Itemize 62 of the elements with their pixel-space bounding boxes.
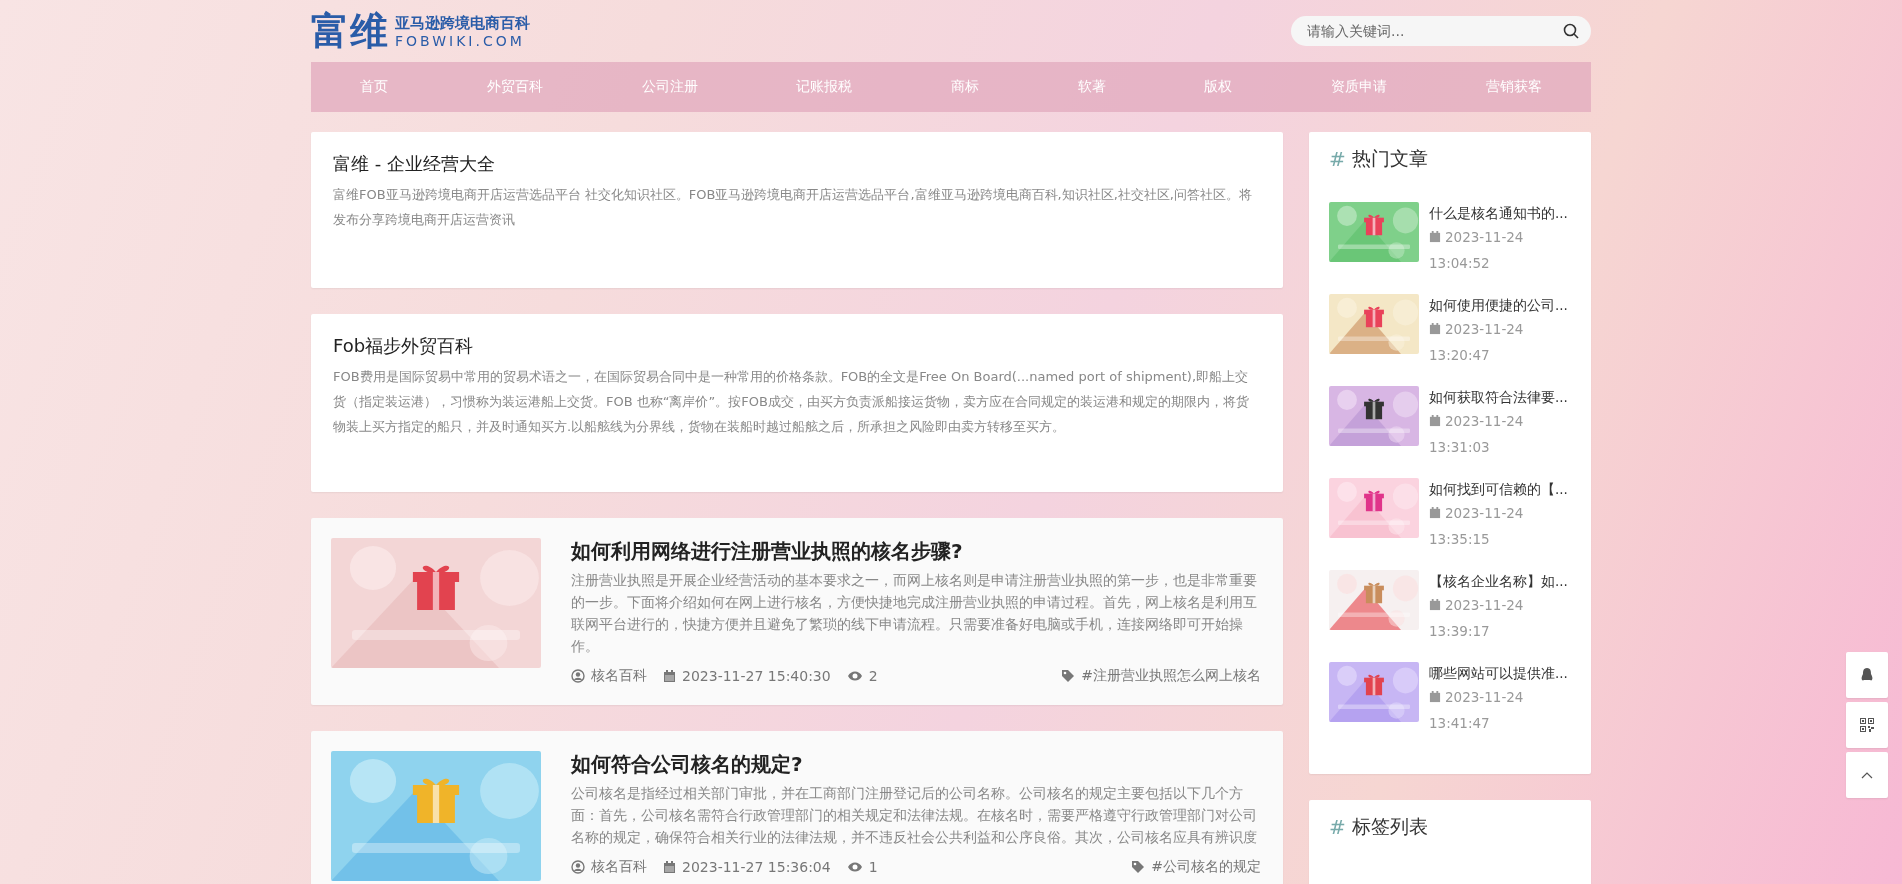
tag-link[interactable]: #公司核名的规定 (1151, 858, 1261, 876)
post-date: 2023-11-24 (1445, 228, 1524, 247)
article-link[interactable]: 如何找到可信赖的【... (1429, 478, 1568, 500)
user-icon (571, 860, 585, 874)
section-title: 热门文章 (1351, 146, 1428, 171)
post-date: 2023-11-27 15:40:30 (682, 668, 831, 684)
logo-subtitle: 亚马逊跨境电商百科 (395, 13, 530, 33)
card-title: Fob福步外贸百科 (333, 334, 475, 358)
article-link[interactable]: 【核名企业名称】如... (1429, 570, 1568, 592)
post-date: 2023-11-24 (1445, 688, 1524, 707)
tag-link[interactable]: #注册营业执照怎么网上核名 (1081, 667, 1261, 685)
post-date: 2023-11-24 (1445, 320, 1524, 339)
article-link[interactable]: 如何使用便捷的公司... (1429, 294, 1568, 316)
article-excerpt: 注册营业执照是开展企业经营活动的基本要求之一，而网上核名则是申请注册营业执照的第一步，也是非常重要的一步。下面将介绍如何在网上进行核名，方便快捷地完成注册营业执照的申请过程。首先，网上核名是利用互联网平台进行的，快捷方便并且避免了繁琐的线下申请流程。只需要准备好电脑或手机，连接网络即可开始操作。 (571, 571, 1258, 656)
post-time: 13:41:47 (1429, 714, 1491, 733)
post-time: 13:20:47 (1429, 346, 1491, 365)
article-title[interactable]: 如何利用网络进行注册营业执照的核名步骤? (571, 538, 1261, 565)
tag-icon (1131, 860, 1146, 874)
calendar-icon (1429, 691, 1441, 703)
calendar-icon (1429, 415, 1441, 427)
card-text: 富维FOB亚马逊跨境电商开店运营选品平台 社交化知识社区。FOB亚马逊跨境电商开店运营选品平台,富维亚马逊跨境电商百科,知识社区,社交社区,问答社区。将发布分享跨境电商开店运营资讯 (333, 186, 1253, 229)
calendar-icon (663, 860, 676, 874)
post-date: 2023-11-24 (1445, 504, 1524, 523)
article-link[interactable]: 如何获取符合法律要... (1429, 386, 1568, 408)
qr-code-button[interactable] (1846, 702, 1888, 748)
hash-mark: # (1329, 815, 1346, 839)
article-excerpt: 公司核名是指经过相关部门审批，并在工商部门注册登记后的公司名称。公司核名的规定主要包括以下几个方面：首先，公司核名需符合行政管理部门的相关规定和法律法规。在核名时，需要严格遵守行政管理部门对公司名称的规定，确保符合相关行业的法律法规，并不违反社会公共利益和公序良俗。其次，公司核名应具有辨识度 (571, 784, 1258, 847)
view-count: 2 (868, 668, 878, 684)
calendar-icon (663, 669, 676, 683)
article-link[interactable]: 哪些网站可以提供准... (1429, 662, 1568, 684)
search-icon (1563, 23, 1579, 39)
post-date: 2023-11-27 15:36:04 (682, 859, 831, 875)
article-link[interactable]: 什么是核名通知书的... (1429, 202, 1568, 224)
logo-title[interactable]: 富维 (311, 5, 389, 57)
article-title[interactable]: 如何符合公司核名的规定? (571, 751, 1261, 778)
calendar-icon (1429, 599, 1441, 611)
tag-icon (1061, 669, 1076, 683)
contact-button[interactable] (1846, 652, 1888, 698)
user-icon (571, 669, 585, 683)
qr-code-icon (1860, 718, 1874, 732)
post-date: 2023-11-24 (1445, 596, 1524, 615)
section-title: 标签列表 (1351, 814, 1428, 839)
chevron-up-icon (1861, 771, 1873, 779)
card-text: FOB费用是国际贸易中常用的贸易术语之一，在国际贸易合同中是一种常用的价格条款。FOB的全文是Free On Board(...named port of shipment),即船上交货（指定装运港），习惯称为装运港船上交货。FOB 也称“离岸价”。按FOB成交，由买方负责派船接运货物，卖方应在合同规定的装运港和规定的期限内，将货物装上买方指定的船只，并及时通知买方.以船舷线为分界线，货物在装船时越过船舷之后，所承担之风险即由卖方转移至买方。 (333, 368, 1250, 436)
post-time: 13:31:03 (1429, 438, 1491, 457)
penguin-icon (1861, 668, 1873, 682)
calendar-icon (1429, 323, 1441, 335)
post-time: 13:04:52 (1429, 254, 1491, 273)
hash-mark: # (1329, 147, 1346, 171)
eye-icon (846, 670, 863, 682)
post-time: 13:39:17 (1429, 622, 1491, 641)
calendar-icon (1429, 507, 1441, 519)
author-name[interactable]: 核名百科 (591, 858, 647, 876)
search-field[interactable]: 请输入关键词... (1291, 16, 1591, 46)
author-name[interactable]: 核名百科 (591, 667, 647, 685)
post-time: 13:35:15 (1429, 530, 1491, 549)
view-count: 1 (868, 859, 878, 875)
eye-icon (846, 861, 863, 873)
calendar-icon (1429, 231, 1441, 243)
card-title: 富维 - 企业经营大全 (333, 152, 496, 176)
post-date: 2023-11-24 (1445, 412, 1524, 431)
logo-domain: FOBWIKI.COM (395, 32, 526, 49)
